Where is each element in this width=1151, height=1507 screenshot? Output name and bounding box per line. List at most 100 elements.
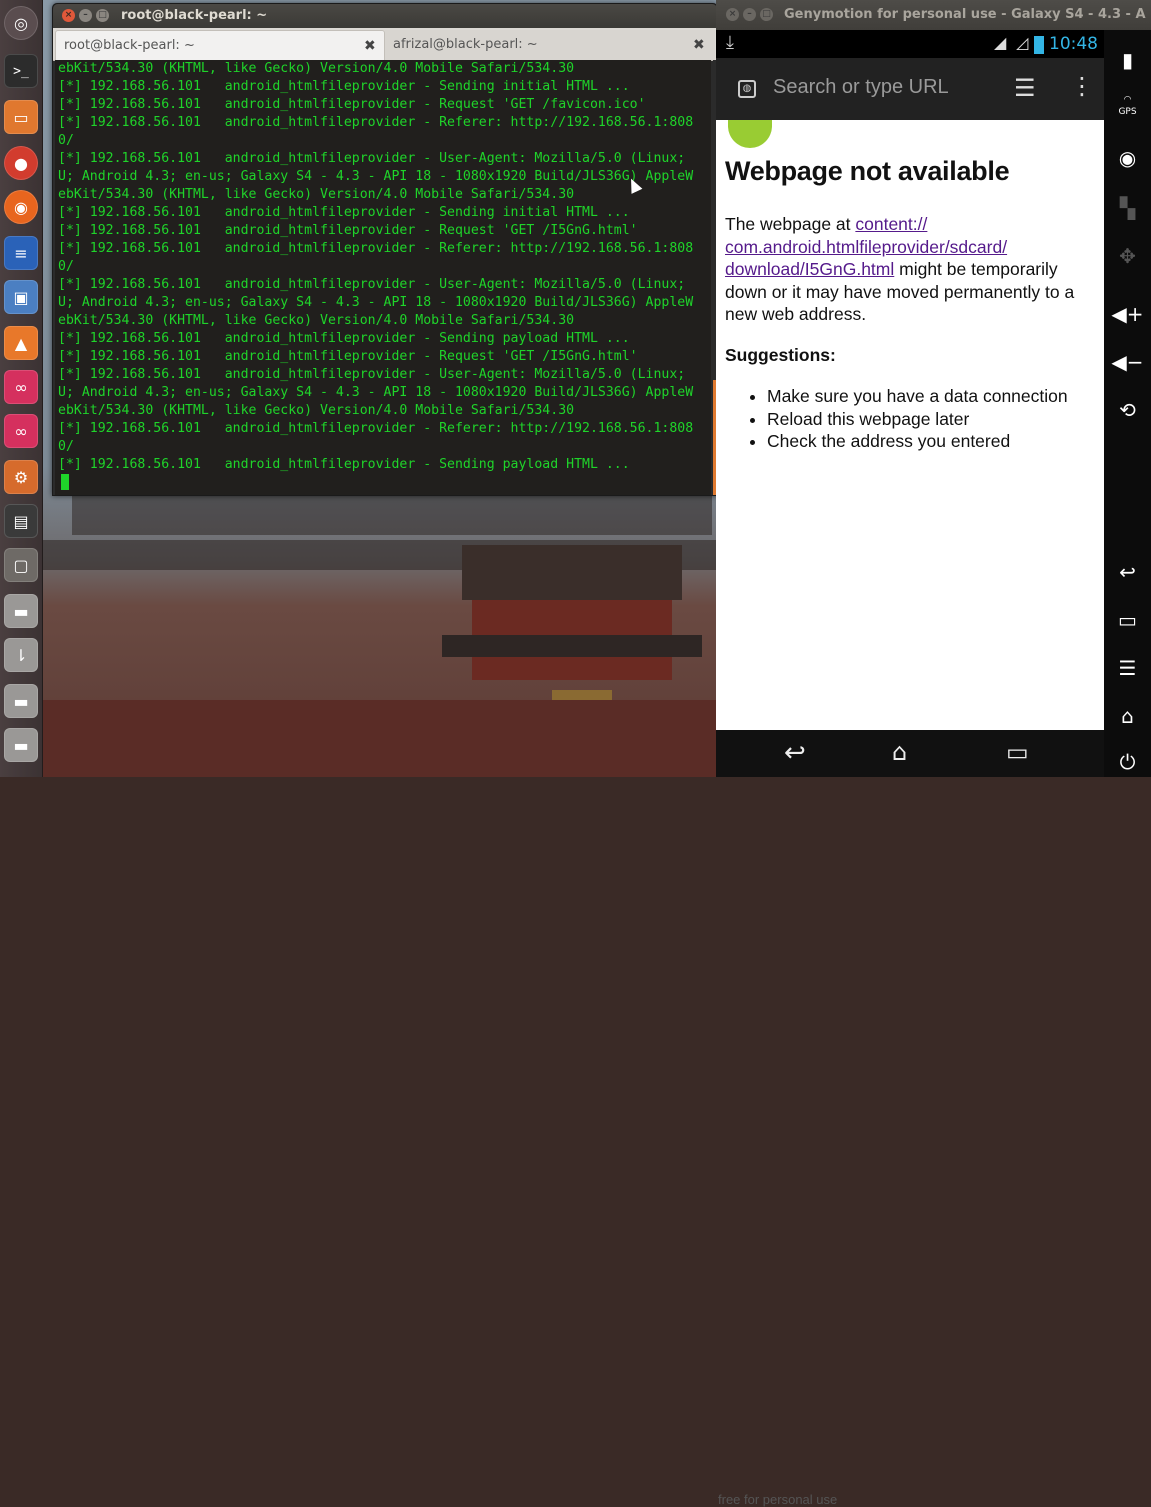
terminal-line: ebKit/534.30 (KHTML, like Gecko) Version… (58, 187, 575, 202)
volume-up-icon[interactable]: ◀+ (1104, 294, 1151, 334)
battery-widget-icon[interactable]: ▮ (1104, 40, 1151, 80)
tabs-icon[interactable]: ☰ (1014, 74, 1036, 102)
terminal-line: [*] 192.168.56.101 android_htmlfileprovi… (58, 367, 686, 382)
terminal-line: [*] 192.168.56.101 android_htmlfileprovi… (58, 205, 630, 220)
settings-icon[interactable]: ⚙ (4, 460, 38, 494)
page-heading: Webpage not available (725, 156, 1010, 186)
terminal-line: [*] 192.168.56.101 android_htmlfileprovi… (58, 421, 694, 436)
gps-widget-icon[interactable]: ◠ GPS (1104, 88, 1151, 128)
tab-label: root@black-pearl: ~ (64, 38, 195, 53)
drive-icon-3[interactable]: ▬ (4, 728, 38, 762)
android-statusbar: ⤓ ◢ ◿ 10:48 (716, 30, 1104, 58)
terminal-line: [*] 192.168.56.101 android_htmlfileprovi… (58, 457, 630, 472)
window-app-icon[interactable]: ▢ (4, 548, 38, 582)
menu-button-icon[interactable]: ☰ (1104, 648, 1151, 688)
recents-nav-icon[interactable]: ▭ (1006, 738, 1029, 766)
close-icon[interactable]: ✖ (693, 30, 705, 60)
firefox-icon[interactable]: ◉ (4, 190, 38, 224)
wallpaper-roofs (72, 495, 712, 535)
terminal-line: [*] 192.168.56.101 android_htmlfileprovi… (58, 331, 630, 346)
terminal-line: 0/ (58, 259, 74, 274)
terminal-line: [*] 192.168.56.101 android_htmlfileprovi… (58, 97, 646, 112)
power-icon[interactable]: ⏻ (1104, 742, 1151, 782)
android-navbar: ↩ ⌂ ▭ free for personal use (716, 730, 1104, 1507)
terminal-line: ebKit/534.30 (KHTML, like Gecko) Version… (58, 61, 575, 76)
usb-icon[interactable]: ⇂ (4, 638, 38, 672)
close-icon[interactable]: × (62, 9, 75, 22)
genymotion-icon-2[interactable]: ∞ (4, 414, 38, 448)
recent-apps-icon[interactable]: ▭ (1104, 600, 1151, 640)
home-button-icon[interactable]: ⌂ (1104, 696, 1151, 736)
link-part: content:// (855, 214, 928, 234)
page-message: The webpage at content://com.android.htm… (725, 213, 1085, 326)
writer-icon[interactable]: ≡ (4, 236, 38, 270)
terminal-line: U; Android 4.3; en-us; Galaxy S4 - 4.3 -… (58, 295, 694, 310)
minimize-icon[interactable]: – (743, 8, 756, 21)
maximize-icon[interactable]: □ (760, 8, 773, 21)
maximize-icon[interactable]: □ (96, 9, 109, 22)
terminal-prompt[interactable] (55, 474, 711, 492)
terminal-line: [*] 192.168.56.101 android_htmlfileprovi… (58, 115, 694, 130)
tab-root[interactable]: root@black-pearl: ~ ✖ (55, 30, 385, 60)
terminal-line: ebKit/534.30 (KHTML, like Gecko) Version… (58, 313, 575, 328)
link-part: download/I5GnG.html (725, 259, 895, 279)
rotate-icon[interactable]: ⟲ (1104, 390, 1151, 430)
genymotion-title: Genymotion for personal use - Galaxy S4 … (784, 7, 1146, 22)
tab-label: afrizal@black-pearl: ~ (393, 37, 538, 52)
signal-icon: ◿ (1016, 33, 1029, 52)
message-prefix: The webpage at (725, 214, 856, 234)
suggestion-item: Make sure you have a data connection (767, 385, 1068, 408)
virtualbox-icon[interactable]: ▣ (4, 280, 38, 314)
terminal-line: U; Android 4.3; en-us; Galaxy S4 - 4.3 -… (58, 385, 694, 400)
suggestions-title: Suggestions: (725, 345, 836, 365)
download-icon: ⤓ (726, 32, 734, 53)
close-icon[interactable]: ✖ (364, 31, 376, 61)
url-input[interactable]: Search or type URL (773, 76, 949, 99)
status-clock: 10:48 (1049, 34, 1098, 54)
suggestion-item: Check the address you entered (767, 430, 1068, 453)
genymotion-sidebar: ▮ ◠ GPS ◉ ▚ ✥ ◀+ ◀− ⟲ ↩ ▭ ☰ ⌂ ⏻ (1104, 30, 1151, 777)
camera-widget-icon[interactable]: ◉ (1104, 138, 1151, 178)
wifi-icon: ◢ (994, 33, 1007, 52)
terminal-icon[interactable]: >_ (4, 54, 38, 88)
battery-icon (1034, 36, 1044, 54)
back-button-icon[interactable]: ↩ (1104, 552, 1151, 592)
tab-afrizal[interactable]: afrizal@black-pearl: ~ ✖ (385, 30, 715, 60)
dpad-widget-icon[interactable]: ✥ (1104, 236, 1151, 276)
home-nav-icon[interactable]: ⌂ (892, 738, 907, 766)
terminal-line: [*] 192.168.56.101 android_htmlfileprovi… (58, 223, 638, 238)
browser-page: Webpage not available The webpage at con… (716, 120, 1104, 730)
genymotion-window: × – □ Genymotion for personal use - Gala… (716, 0, 1151, 1507)
android-robot-icon (728, 120, 772, 148)
minimize-icon[interactable]: – (79, 9, 92, 22)
terminal-titlebar[interactable]: × – □ root@black-pearl: ~ (53, 4, 717, 28)
suggestions-list: Make sure you have a data connection Rel… (725, 385, 1068, 453)
drive-icon-2[interactable]: ▬ (4, 684, 38, 718)
video-editor-icon[interactable]: ▤ (4, 504, 38, 538)
ubuntu-dash-icon[interactable]: ◎ (4, 6, 38, 40)
genymotion-icon[interactable]: ∞ (4, 370, 38, 404)
close-icon[interactable]: × (726, 8, 739, 21)
chrome-icon[interactable]: ● (4, 146, 38, 180)
link-part: com.android.htmlfileprovider/sdcard/ (725, 236, 1008, 257)
terminal-title: root@black-pearl: ~ (121, 8, 268, 23)
terminal-tabbar: root@black-pearl: ~ ✖ afrizal@black-pear… (53, 28, 717, 61)
software-center-icon[interactable]: ▲ (4, 326, 38, 360)
terminal-line: 0/ (58, 133, 74, 148)
wallpaper-main-hall-roof (462, 545, 682, 600)
terminal-output[interactable]: ebKit/534.30 (KHTML, like Gecko) Version… (55, 60, 711, 495)
globe-icon[interactable]: ◍ (738, 80, 756, 98)
gps-label: GPS (1118, 107, 1137, 117)
terminal-line: [*] 192.168.56.101 android_htmlfileprovi… (58, 277, 686, 292)
wallpaper-lower-roof (442, 635, 702, 657)
drive-icon[interactable]: ▬ (4, 594, 38, 628)
files-icon[interactable]: ▭ (4, 100, 38, 134)
genymotion-titlebar[interactable]: × – □ Genymotion for personal use - Gala… (716, 0, 1151, 30)
browser-urlbar: ◍ Search or type URL ☰ ⋮ (716, 58, 1104, 120)
volume-down-icon[interactable]: ◀− (1104, 342, 1151, 382)
terminal-cursor (61, 474, 69, 490)
wallpaper-wall (42, 700, 722, 777)
back-nav-icon[interactable]: ↩ (784, 738, 806, 768)
overflow-menu-icon[interactable]: ⋮ (1070, 72, 1094, 100)
capture-widget-icon[interactable]: ▚ (1104, 188, 1151, 228)
